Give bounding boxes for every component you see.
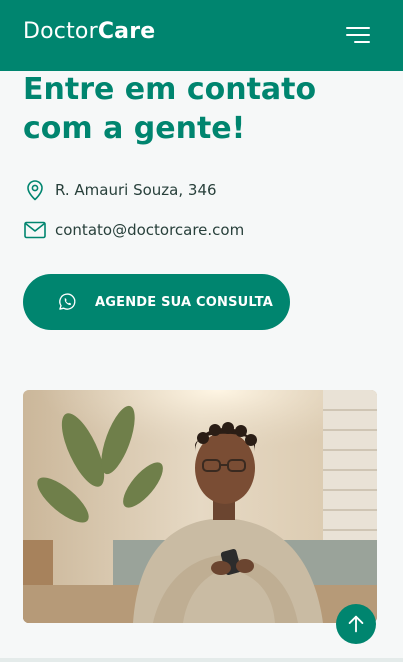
logo-text-bold: Care bbox=[97, 19, 156, 44]
address-row: R. Amauri Souza, 346 bbox=[23, 178, 217, 202]
whatsapp-icon bbox=[57, 292, 77, 312]
back-to-top-button[interactable] bbox=[336, 604, 376, 644]
footer-divider bbox=[0, 658, 403, 662]
page-title: Entre em contato com a gente! bbox=[23, 72, 317, 146]
email-link[interactable]: contato@doctorcare.com bbox=[55, 221, 244, 239]
logo[interactable]: DoctorCare bbox=[23, 19, 155, 44]
site-header: DoctorCare bbox=[0, 0, 403, 71]
email-row: contato@doctorcare.com bbox=[23, 218, 244, 242]
cta-label: AGENDE SUA CONSULTA bbox=[95, 294, 274, 310]
arrow-up-icon bbox=[345, 613, 367, 635]
map-pin-icon bbox=[23, 178, 47, 202]
hamburger-menu-icon[interactable] bbox=[344, 24, 370, 46]
address-text: R. Amauri Souza, 346 bbox=[55, 181, 217, 199]
schedule-appointment-button[interactable]: AGENDE SUA CONSULTA bbox=[23, 274, 290, 330]
mail-icon bbox=[23, 218, 47, 242]
logo-text-light: Doctor bbox=[23, 19, 98, 44]
contact-photo bbox=[23, 390, 377, 623]
